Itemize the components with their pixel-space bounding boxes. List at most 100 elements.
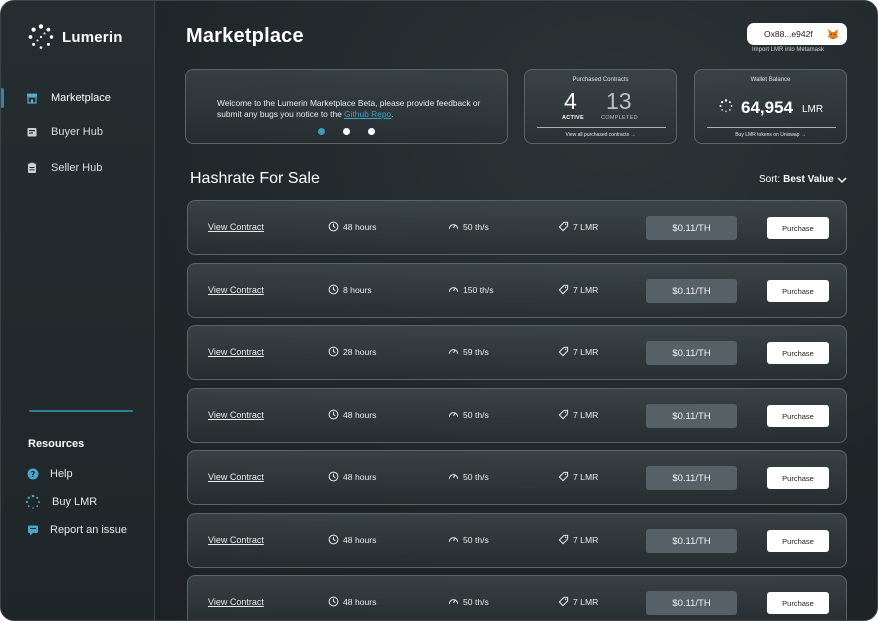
sidebar-item-buyer-hub[interactable]: Buyer Hub xyxy=(1,121,155,143)
price-lmr: 7 LMR xyxy=(558,284,598,295)
sort-value: Best Value xyxy=(783,174,834,185)
price-per-th: $0.11/TH xyxy=(646,279,737,303)
welcome-tail: . xyxy=(391,108,394,119)
price-lmr: 7 LMR xyxy=(558,409,598,420)
sidebar-item-seller-hub[interactable]: Seller Hub xyxy=(1,157,155,179)
help-icon: ? xyxy=(27,468,39,480)
price-lmr-value: 7 LMR xyxy=(573,596,599,607)
contract-row: View Contract 48 hours 50 th/s 7 LMR $0.11/T… xyxy=(187,450,847,505)
contract-row: View Contract 28 hours 59 th/s 7 LMR $0.11/T… xyxy=(187,325,847,380)
view-contract-link[interactable]: View Contract xyxy=(208,597,264,607)
price-per-th: $0.11/TH xyxy=(646,341,737,365)
price-lmr-value: 7 LMR xyxy=(573,221,599,232)
wallet-balance-card: Wallet Balance 64,954 LMR Buy LMR tokens… xyxy=(694,69,847,144)
clock-icon xyxy=(328,284,339,295)
logo[interactable]: Lumerin xyxy=(27,23,123,51)
duration: 48 hours xyxy=(328,596,376,607)
sort-dropdown[interactable]: Sort: Best Value xyxy=(759,174,847,185)
view-contract-link[interactable]: View Contract xyxy=(208,535,264,545)
view-purchased-contracts-link[interactable]: View all purchased contracts → xyxy=(525,132,676,138)
lumerin-logo-icon xyxy=(25,494,40,509)
price-per-th: $0.11/TH xyxy=(646,404,737,428)
duration: 8 hours xyxy=(328,284,372,295)
purchase-button[interactable]: Purchase xyxy=(767,592,829,614)
contract-row: View Contract 8 hours 150 th/s 7 LMR $0.11/T… xyxy=(187,263,847,318)
card-divider xyxy=(537,127,666,128)
speed: 50 th/s xyxy=(448,471,489,482)
price-tag-icon xyxy=(558,596,569,607)
buy-lmr-uniswap-link[interactable]: Buy LMR tokens on Uniswap → xyxy=(695,132,846,138)
wallet-address: Ox88...e942f xyxy=(764,29,813,39)
card-divider xyxy=(707,127,836,128)
sidebar-item-label: Seller Hub xyxy=(51,162,103,174)
resource-label: Help xyxy=(50,468,73,480)
purchase-button[interactable]: Purchase xyxy=(767,530,829,552)
sidebar-item-marketplace[interactable]: Marketplace xyxy=(1,87,155,109)
contract-row: View Contract 48 hours 50 th/s 7 LMR $0.11/T… xyxy=(187,200,847,255)
price-lmr-value: 7 LMR xyxy=(573,471,599,482)
duration-value: 48 hours xyxy=(343,471,377,482)
price-per-th: $0.11/TH xyxy=(646,591,737,615)
speedometer-icon xyxy=(448,287,459,292)
purchased-contracts-header: Purchased Contracts xyxy=(572,77,629,83)
carousel-dot-3[interactable] xyxy=(368,128,375,135)
purchase-button[interactable]: Purchase xyxy=(767,280,829,302)
resource-report-issue[interactable]: Report an issue xyxy=(1,521,155,539)
speedometer-icon xyxy=(448,412,459,417)
price-per-th: $0.11/TH xyxy=(646,466,737,490)
speed-value: 50 th/s xyxy=(463,471,489,482)
lumerin-logo-icon xyxy=(719,99,733,113)
github-repo-link[interactable]: Github Repo xyxy=(344,109,391,119)
report-icon xyxy=(28,525,38,536)
sort-label: Sort: xyxy=(759,174,781,185)
resource-buy-lmr[interactable]: Buy LMR xyxy=(1,493,155,511)
purchase-button[interactable]: Purchase xyxy=(767,217,829,239)
wallet-balance-amount: 64,954 xyxy=(741,98,793,117)
duration: 48 hours xyxy=(328,221,376,232)
svg-text:?: ? xyxy=(31,470,36,479)
duration-value: 8 hours xyxy=(343,284,372,295)
speed-value: 59 th/s xyxy=(463,346,489,357)
carousel-dot-1[interactable] xyxy=(318,128,325,135)
duration-value: 48 hours xyxy=(343,596,377,607)
completed-count: 13 xyxy=(606,88,632,114)
resource-label: Buy LMR xyxy=(52,496,98,508)
sidebar-item-label: Marketplace xyxy=(51,92,111,104)
active-count: 4 xyxy=(564,88,577,114)
import-lmr-link[interactable]: Import LMR into Metamask xyxy=(752,47,824,53)
purchase-button[interactable]: Purchase xyxy=(767,467,829,489)
duration-value: 48 hours xyxy=(343,534,377,545)
resource-help[interactable]: ? Help xyxy=(1,465,155,483)
price-tag-icon xyxy=(558,284,569,295)
speedometer-icon xyxy=(448,599,459,604)
seller-hub-icon xyxy=(28,162,36,173)
view-contract-link[interactable]: View Contract xyxy=(208,285,264,295)
carousel-dot-2[interactable] xyxy=(343,128,350,135)
wallet-address-button[interactable]: Ox88...e942f xyxy=(747,23,847,45)
contract-row: View Contract 48 hours 50 th/s 7 LMR $0.11/T… xyxy=(187,513,847,568)
resource-label: Report an issue xyxy=(50,524,128,536)
price-lmr-value: 7 LMR xyxy=(573,409,599,420)
duration-value: 48 hours xyxy=(343,221,377,232)
price-tag-icon xyxy=(558,221,569,232)
price-tag-icon xyxy=(558,409,569,420)
view-contract-link[interactable]: View Contract xyxy=(208,410,264,420)
purchase-button[interactable]: Purchase xyxy=(767,342,829,364)
view-contract-link[interactable]: View Contract xyxy=(208,347,264,357)
clock-icon xyxy=(328,534,339,545)
clock-icon xyxy=(328,471,339,482)
clock-icon xyxy=(328,596,339,607)
view-contract-link[interactable]: View Contract xyxy=(208,222,264,232)
speed: 50 th/s xyxy=(448,596,489,607)
purchase-button[interactable]: Purchase xyxy=(767,405,829,427)
price-lmr: 7 LMR xyxy=(558,346,598,357)
speed-value: 50 th/s xyxy=(463,221,489,232)
speed: 150 th/s xyxy=(448,284,494,295)
duration-value: 28 hours xyxy=(343,346,377,357)
speed-value: 50 th/s xyxy=(463,596,489,607)
price-tag-icon xyxy=(558,471,569,482)
store-icon xyxy=(27,93,37,104)
completed-label: COMPLETED xyxy=(601,115,638,121)
lumerin-logo-icon xyxy=(28,24,54,49)
view-contract-link[interactable]: View Contract xyxy=(208,472,264,482)
